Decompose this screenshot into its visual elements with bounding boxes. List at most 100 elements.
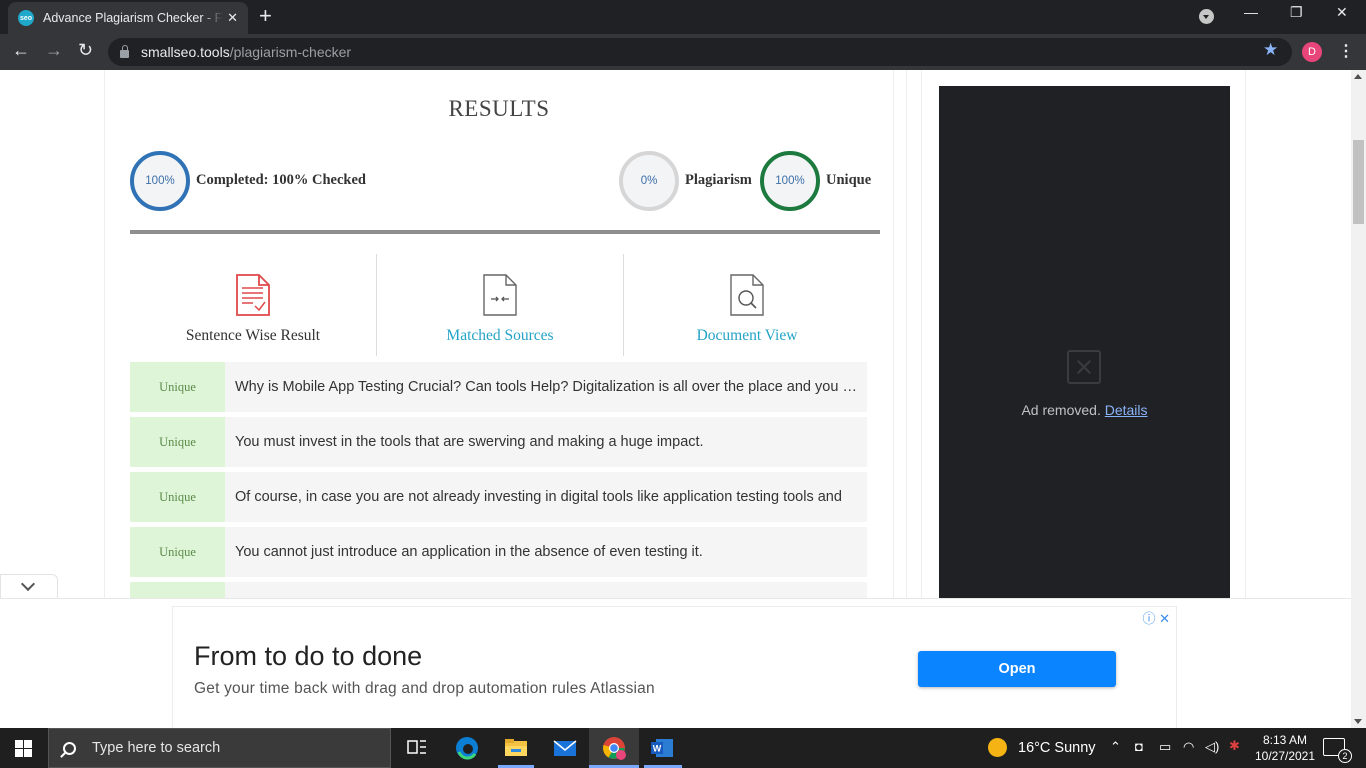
result-row[interactable]: Unique Why is Mobile App Testing Crucial… xyxy=(130,362,867,412)
close-tab-icon[interactable]: ✕ xyxy=(227,10,238,26)
edge-browser-icon[interactable] xyxy=(455,736,479,760)
ad-subtext[interactable]: Get your time back with drag and drop au… xyxy=(194,680,655,698)
tab-document-view-label: Document View xyxy=(696,327,798,344)
taskbar-search[interactable]: Type here to search xyxy=(48,728,391,768)
tab-document-view[interactable]: Document View xyxy=(624,254,870,356)
scroll-up-arrow-icon[interactable] xyxy=(1354,74,1362,79)
completed-percent: 100% xyxy=(145,175,175,187)
url-path: /plagiarism-checker xyxy=(229,44,352,60)
tab-sentence-wise[interactable]: Sentence Wise Result xyxy=(130,254,376,356)
tab-matched-sources[interactable]: Matched Sources xyxy=(377,254,623,356)
wifi-icon[interactable]: ◠ xyxy=(1183,739,1194,755)
clock-time: 8:13 AM xyxy=(1262,733,1308,747)
sentence-text: Why is Mobile App Testing Crucial? Can t… xyxy=(235,379,865,395)
address-bar[interactable]: smallseo.tools/plagiarism-checker xyxy=(108,38,1292,66)
new-tab-button[interactable]: + xyxy=(259,4,272,28)
forward-arrow-icon[interactable]: → xyxy=(45,40,63,61)
tab-search-icon[interactable] xyxy=(1199,9,1214,24)
svg-text:W: W xyxy=(653,744,662,754)
vertical-scrollbar[interactable] xyxy=(1351,70,1366,728)
restore-icon[interactable]: ❐ xyxy=(1290,4,1303,21)
status-badge: Unique xyxy=(130,417,225,467)
mail-icon[interactable] xyxy=(553,736,577,760)
scroll-down-arrow-icon[interactable] xyxy=(1354,719,1362,724)
site-favicon-icon: seo xyxy=(18,10,34,26)
bottom-ad[interactable]: ⓘ ✕ From to do to done Get your time bac… xyxy=(172,606,1177,728)
compare-document-icon xyxy=(483,274,517,316)
system-clock[interactable]: 8:13 AM 10/27/2021 xyxy=(1250,732,1320,764)
taskbar-search-placeholder: Type here to search xyxy=(92,740,221,756)
tab-sentence-wise-label: Sentence Wise Result xyxy=(185,327,321,344)
volume-icon[interactable]: ◁) xyxy=(1205,739,1219,755)
battery-icon[interactable]: ▭ xyxy=(1159,739,1171,755)
result-row[interactable]: Unique You cannot just introduce an appl… xyxy=(130,527,867,577)
document-lines-icon xyxy=(236,274,270,316)
url-host: smallseo.tools xyxy=(141,44,230,60)
ad-details-link[interactable]: Details xyxy=(1105,402,1148,418)
ad-open-button[interactable]: Open xyxy=(918,651,1116,687)
result-row[interactable]: Unique You must invest in the tools that… xyxy=(130,417,867,467)
word-icon[interactable]: W xyxy=(650,736,674,760)
windows-start-icon[interactable] xyxy=(15,740,32,757)
browser-tab-strip: seo Advance Plagiarism Checker - Free ✕ … xyxy=(0,0,1366,34)
task-view-icon[interactable] xyxy=(405,736,429,760)
status-badge: Unique xyxy=(130,527,225,577)
scroll-thumb[interactable] xyxy=(1353,140,1364,224)
status-badge: Unique xyxy=(130,362,225,412)
tray-overflow-icon[interactable]: ⌃ xyxy=(1110,739,1121,755)
ad-headline[interactable]: From to do to done xyxy=(194,641,422,672)
tab-title: Advance Plagiarism Checker - Free xyxy=(43,11,223,25)
close-window-icon[interactable]: ✕ xyxy=(1336,4,1348,21)
windows-taskbar: Type here to search W 16°C Sunny ⌃ ◘ ▭ ◠… xyxy=(0,728,1366,768)
reload-icon[interactable]: ↻ xyxy=(78,40,93,61)
progress-bar xyxy=(130,230,880,234)
plagiarism-label: Plagiarism xyxy=(685,172,752,188)
weather-sun-icon[interactable] xyxy=(988,738,1007,757)
collapse-button[interactable] xyxy=(0,574,58,600)
ad-info-icon[interactable]: ⓘ xyxy=(1142,611,1155,626)
chevron-down-icon xyxy=(20,576,36,592)
status-badge: Unique xyxy=(130,472,225,522)
notification-count: 2 xyxy=(1338,749,1352,763)
meet-now-icon[interactable]: ◘ xyxy=(1135,739,1143,754)
ad-removed-text: Ad removed. xyxy=(1021,402,1101,418)
tab-matched-sources-label: Matched Sources xyxy=(446,327,554,344)
bookmark-star-icon[interactable]: ★ xyxy=(1263,40,1278,60)
search-document-icon xyxy=(730,274,764,316)
browser-tab[interactable]: seo Advance Plagiarism Checker - Free ✕ xyxy=(8,2,248,34)
address-toolbar: ← → ↻ smallseo.tools/plagiarism-checker … xyxy=(0,34,1366,70)
sidebar-ad: Ad removed. Details xyxy=(939,86,1230,601)
sentence-text: You must invest in the tools that are sw… xyxy=(235,434,704,450)
security-alert-icon[interactable]: ✱ xyxy=(1229,738,1240,754)
results-panel: RESULTS 100% Completed: 100% Checked 0% … xyxy=(104,70,894,632)
sentence-text: Of course, in case you are not already i… xyxy=(235,489,842,505)
weather-text[interactable]: 16°C Sunny xyxy=(1018,740,1096,756)
ad-removed-message: Ad removed. Details xyxy=(939,402,1230,418)
unique-percent: 100% xyxy=(775,175,805,187)
clock-date: 10/27/2021 xyxy=(1254,749,1316,763)
completed-ring: 100% xyxy=(130,151,190,211)
plagiarism-percent: 0% xyxy=(640,175,658,187)
minimize-icon[interactable]: — xyxy=(1244,4,1258,20)
ad-choices[interactable]: ⓘ ✕ xyxy=(1142,608,1170,627)
browser-menu-icon[interactable]: ⋮ xyxy=(1338,41,1354,61)
completed-label: Completed: 100% Checked xyxy=(196,172,366,188)
profile-avatar[interactable]: D xyxy=(1302,42,1322,62)
sentence-text: You cannot just introduce an application… xyxy=(235,544,703,560)
sticky-ad-bar: ⓘ ✕ From to do to done Get your time bac… xyxy=(0,598,1351,728)
ad-removed-icon xyxy=(1067,350,1101,384)
page-viewport: RESULTS 100% Completed: 100% Checked 0% … xyxy=(0,70,1351,728)
unique-label: Unique xyxy=(826,172,872,188)
result-row[interactable]: Unique Of course, in case you are not al… xyxy=(130,472,867,522)
ad-close-icon[interactable]: ✕ xyxy=(1159,611,1170,626)
file-explorer-icon[interactable] xyxy=(504,736,528,760)
lock-icon[interactable] xyxy=(120,45,129,58)
unique-ring: 100% xyxy=(760,151,820,211)
search-icon xyxy=(63,741,76,755)
notification-center-icon[interactable]: 2 xyxy=(1323,738,1352,763)
column-gutter xyxy=(906,70,922,610)
results-title: RESULTS xyxy=(448,96,550,121)
chrome-icon[interactable] xyxy=(602,736,626,760)
back-arrow-icon[interactable]: ← xyxy=(12,40,30,61)
plagiarism-ring: 0% xyxy=(619,151,679,211)
